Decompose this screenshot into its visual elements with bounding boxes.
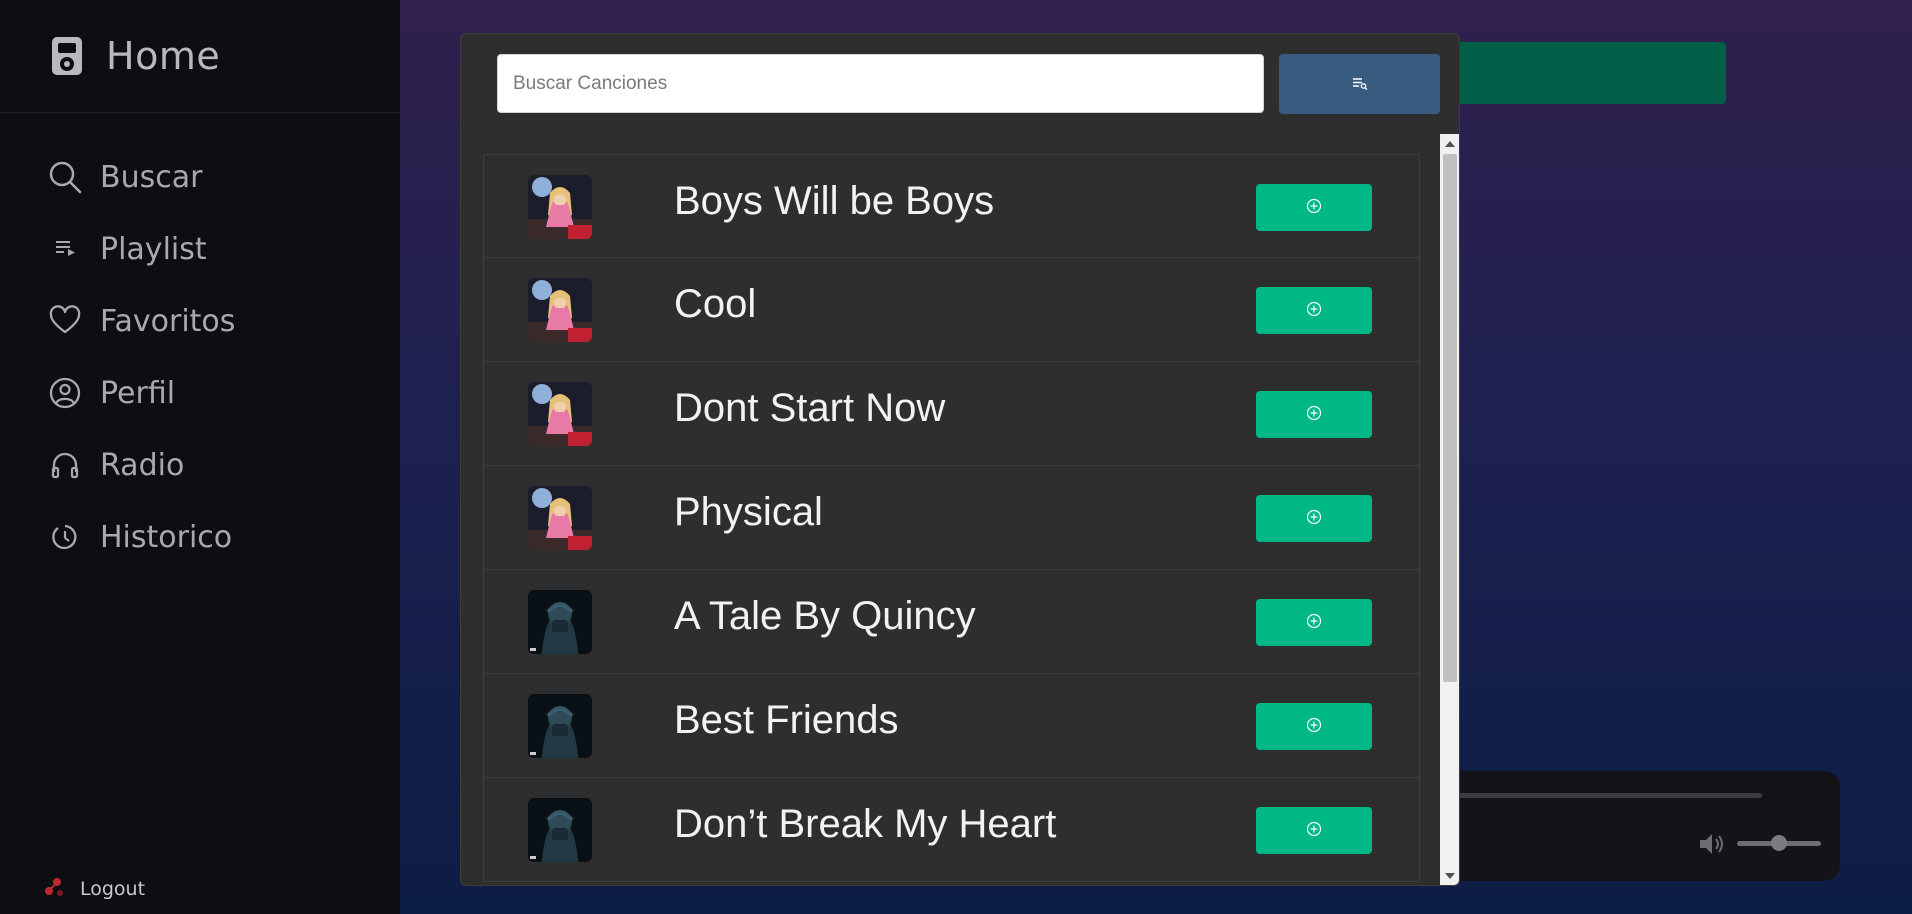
song-title: Dont Start Now: [674, 386, 946, 430]
sidebar-item-buscar[interactable]: Buscar: [0, 141, 400, 213]
add-song-button[interactable]: [1256, 703, 1372, 750]
ipod-icon: [50, 36, 84, 76]
song-row: Physical: [483, 466, 1420, 570]
plus-circle-icon: [1306, 301, 1322, 320]
app-title: Home: [106, 34, 221, 78]
logout-button[interactable]: Logout: [40, 876, 145, 902]
background-action-button[interactable]: [1440, 42, 1726, 104]
album-cover-image: [528, 798, 592, 862]
user-circle-icon: [48, 376, 82, 410]
sidebar-item-label: Radio: [100, 447, 185, 483]
search-button[interactable]: [1279, 54, 1440, 114]
sidebar-item-label: Playlist: [100, 231, 207, 267]
logout-icon: [40, 876, 68, 902]
song-row: Best Friends: [483, 674, 1420, 778]
song-row: Dont Start Now: [483, 362, 1420, 466]
album-cover-image: [528, 382, 592, 446]
plus-circle-icon: [1306, 405, 1322, 424]
sidebar-item-favoritos[interactable]: Favoritos: [0, 285, 400, 357]
plus-circle-icon: [1306, 198, 1322, 217]
add-song-button[interactable]: [1256, 184, 1372, 231]
music-player: [1440, 771, 1840, 881]
headphones-icon: [48, 448, 82, 482]
playlist-icon: [48, 232, 82, 266]
album-cover-image: [528, 175, 592, 239]
album-cover-image: [528, 278, 592, 342]
volume-icon[interactable]: [1698, 832, 1726, 860]
song-title: Best Friends: [674, 698, 899, 742]
search-input[interactable]: [497, 54, 1264, 113]
song-title: A Tale By Quincy: [674, 594, 976, 638]
plus-circle-icon: [1306, 717, 1322, 736]
add-song-button[interactable]: [1256, 807, 1372, 854]
album-cover-image: [528, 486, 592, 550]
add-song-button[interactable]: [1256, 599, 1372, 646]
sidebar-item-label: Perfil: [100, 375, 176, 411]
sidebar-nav: Buscar Playlist Favoritos Perfil Radio H…: [0, 113, 400, 573]
sidebar-item-perfil[interactable]: Perfil: [0, 357, 400, 429]
sidebar-item-label: Favoritos: [100, 303, 236, 339]
playlist-search-icon: [1352, 76, 1368, 93]
sidebar-item-label: Historico: [100, 519, 233, 555]
logout-label: Logout: [80, 878, 146, 900]
song-row: Cool: [483, 258, 1420, 362]
heart-icon: [48, 304, 82, 338]
sidebar: Home Buscar Playlist Favoritos Perfil Ra…: [0, 0, 400, 914]
add-song-button[interactable]: [1256, 391, 1372, 438]
sidebar-item-playlist[interactable]: Playlist: [0, 213, 400, 285]
song-row: A Tale By Quincy: [483, 570, 1420, 674]
song-title: Cool: [674, 282, 757, 326]
scrollbar-thumb[interactable]: [1443, 154, 1457, 682]
add-song-button[interactable]: [1256, 495, 1372, 542]
song-row: Don’t Break My Heart: [483, 778, 1420, 882]
scrollbar[interactable]: [1440, 134, 1459, 885]
history-icon: [48, 520, 82, 554]
sidebar-item-historico[interactable]: Historico: [0, 501, 400, 573]
scroll-down-arrow-icon[interactable]: [1440, 866, 1459, 885]
volume-slider-handle[interactable]: [1771, 835, 1787, 851]
song-list: Boys Will be Boys Cool Dont Start Now Physi…: [483, 154, 1420, 885]
sidebar-item-radio[interactable]: Radio: [0, 429, 400, 501]
album-cover-image: [528, 694, 592, 758]
add-song-button[interactable]: [1256, 287, 1372, 334]
plus-circle-icon: [1306, 509, 1322, 528]
plus-circle-icon: [1306, 821, 1322, 840]
home-link[interactable]: Home: [0, 0, 400, 113]
song-title: Don’t Break My Heart: [674, 802, 1057, 846]
album-cover-image: [528, 590, 592, 654]
scroll-up-arrow-icon[interactable]: [1440, 134, 1459, 154]
song-title: Physical: [674, 490, 823, 534]
player-progress-bar[interactable]: [1440, 793, 1762, 798]
plus-circle-icon: [1306, 613, 1322, 632]
search-icon: [48, 160, 82, 194]
song-row: Boys Will be Boys: [483, 154, 1420, 258]
sidebar-item-label: Buscar: [100, 159, 203, 195]
song-search-modal: Boys Will be Boys Cool Dont Start Now Physi…: [460, 33, 1460, 886]
song-title: Boys Will be Boys: [674, 179, 995, 223]
